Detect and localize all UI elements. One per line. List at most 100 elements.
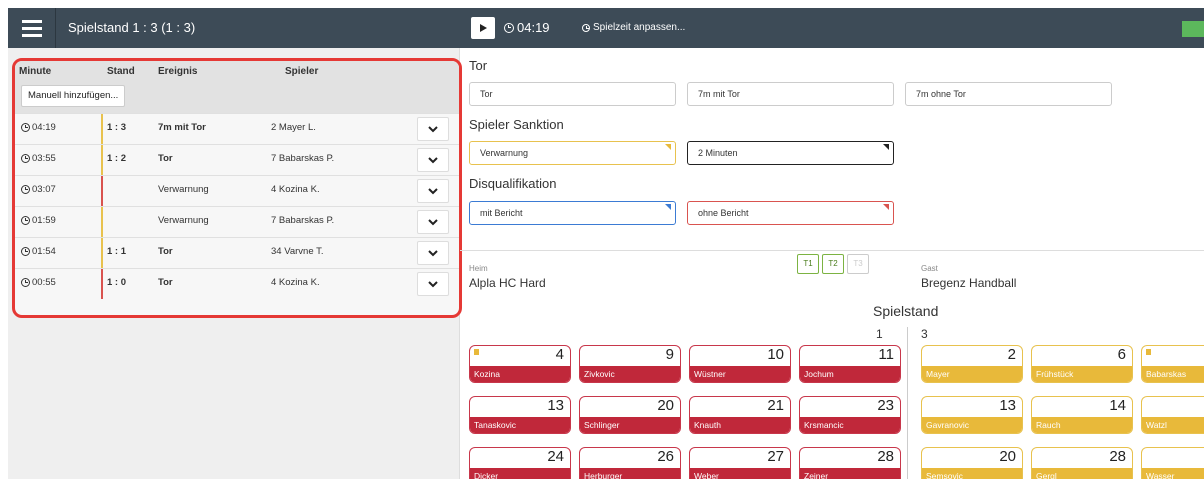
- event-color-bar: [101, 176, 103, 206]
- event-stand: 1 : 1: [107, 246, 127, 257]
- option-tor[interactable]: Tor: [469, 82, 676, 106]
- home-player-card[interactable]: 21 Knauth: [689, 396, 791, 434]
- event-type: 7m mit Tor: [158, 122, 206, 133]
- player-name: Frühstück: [1032, 366, 1132, 382]
- player-number: 28: [877, 448, 894, 465]
- row-expand-button[interactable]: [417, 210, 449, 234]
- player-number: 13: [999, 397, 1016, 414]
- score-title: Spielstand 1 : 3 (1 : 3): [68, 20, 196, 35]
- timeout-t3-button[interactable]: T3: [847, 254, 869, 274]
- red-card-icon: [883, 204, 889, 210]
- add-manually-button[interactable]: Manuell hinzufügen...: [21, 85, 126, 107]
- home-player-card[interactable]: 23 Krsmancic: [799, 396, 901, 434]
- home-player-card[interactable]: 24 Dicker: [469, 447, 571, 479]
- player-name: Wasser: [1142, 468, 1204, 479]
- guest-player-card[interactable]: 20 Semsovic: [921, 447, 1023, 479]
- guest-player-card[interactable]: 14 Rauch: [1031, 396, 1133, 434]
- home-player-card[interactable]: 9 Zivkovic: [579, 345, 681, 383]
- guest-player-card[interactable]: Wasser: [1141, 447, 1204, 479]
- event-minute: 04:19: [21, 122, 56, 133]
- guest-player-card[interactable]: Watzl: [1141, 396, 1204, 434]
- status-button[interactable]: [1182, 21, 1204, 37]
- player-number: 28: [1109, 448, 1126, 465]
- timeout-t1-button[interactable]: T1: [797, 254, 819, 274]
- option-7m-mit-tor[interactable]: 7m mit Tor: [687, 82, 894, 106]
- player-name: Dicker: [470, 468, 570, 479]
- guest-player-card[interactable]: 7Babarskas: [1141, 345, 1204, 383]
- home-player-card[interactable]: 20 Schlinger: [579, 396, 681, 434]
- event-color-bar: [101, 114, 103, 144]
- player-name: Zeiner: [800, 468, 900, 479]
- home-player-card[interactable]: 10 Wüstner: [689, 345, 791, 383]
- player-number: 27: [767, 448, 784, 465]
- event-player: 4 Kozina K.: [271, 277, 320, 288]
- col-ereignis: Ereignis: [158, 66, 198, 77]
- row-expand-button[interactable]: [417, 179, 449, 203]
- adjust-time-label: Spielzeit anpassen...: [593, 22, 686, 33]
- player-name: Kozina: [470, 366, 570, 382]
- home-player-card[interactable]: 28 Zeiner: [799, 447, 901, 479]
- home-player-card[interactable]: 26 Herburger: [579, 447, 681, 479]
- event-row: 01:59 Verwarnung 7 Babarskas P.: [15, 206, 459, 237]
- clock-icon: [21, 154, 30, 163]
- events-rows: 04:19 1 : 3 7m mit Tor 2 Mayer L. 03:55 1 : 2…: [15, 113, 459, 299]
- top-bar: Spielstand 1 : 3 (1 : 3) 04:19 Spielzeit…: [8, 8, 1204, 48]
- player-number: 4: [555, 346, 564, 363]
- section-tor-title: Tor: [469, 58, 488, 73]
- event-color-bar: [101, 238, 103, 268]
- event-minute-value: 01:54: [32, 246, 56, 257]
- player-name: Weber: [690, 468, 790, 479]
- option-mit-bericht-label: mit Bericht: [480, 208, 523, 218]
- player-number: 20: [657, 397, 674, 414]
- home-player-card[interactable]: 11 Jochum: [799, 345, 901, 383]
- clock-value: 04:19: [517, 20, 550, 35]
- player-name: Herburger: [580, 468, 680, 479]
- event-player: 7 Babarskas P.: [271, 215, 335, 226]
- home-player-card[interactable]: 27 Weber: [689, 447, 791, 479]
- option-ohne-bericht[interactable]: ohne Bericht: [687, 201, 894, 225]
- clock-icon: [21, 278, 30, 287]
- row-expand-button[interactable]: [417, 148, 449, 172]
- clock-icon: [582, 23, 590, 32]
- guest-player-card[interactable]: 2 Mayer: [921, 345, 1023, 383]
- event-row: 03:07 Verwarnung 4 Kozina K.: [15, 175, 459, 206]
- play-button[interactable]: [471, 17, 495, 39]
- player-name: Gavranovic: [922, 417, 1022, 433]
- guest-player-card[interactable]: 28 Gergl: [1031, 447, 1133, 479]
- timeout-t2-button[interactable]: T2: [822, 254, 844, 274]
- hamburger-menu-icon[interactable]: [8, 8, 56, 48]
- home-score: 1: [876, 327, 883, 341]
- chevron-down-icon: [428, 187, 438, 194]
- chevron-down-icon: [428, 249, 438, 256]
- chevron-down-icon: [428, 156, 438, 163]
- guest-player-card[interactable]: 6 Frühstück: [1031, 345, 1133, 383]
- event-row: 03:55 1 : 2 Tor 7 Babarskas P.: [15, 144, 459, 175]
- event-type: Verwarnung: [158, 215, 209, 226]
- player-name: Gergl: [1032, 468, 1132, 479]
- event-stand: 1 : 0: [107, 277, 127, 288]
- event-row: 04:19 1 : 3 7m mit Tor 2 Mayer L.: [15, 113, 459, 144]
- option-2-minuten[interactable]: 2 Minuten: [687, 141, 894, 165]
- play-icon: [480, 24, 487, 32]
- home-player-card[interactable]: 4 Kozina: [469, 345, 571, 383]
- player-number: 11: [878, 346, 894, 363]
- event-minute-value: 01:59: [32, 215, 56, 226]
- adjust-time-link[interactable]: Spielzeit anpassen...: [582, 22, 685, 33]
- score-divider: [907, 327, 908, 479]
- player-name: Watzl: [1142, 417, 1204, 433]
- option-mit-bericht[interactable]: mit Bericht: [469, 201, 676, 225]
- player-name: Mayer: [922, 366, 1022, 382]
- player-number: 13: [547, 397, 564, 414]
- row-expand-button[interactable]: [417, 117, 449, 141]
- option-7m-ohne-tor[interactable]: 7m ohne Tor: [905, 82, 1112, 106]
- guest-player-card[interactable]: 13 Gavranovic: [921, 396, 1023, 434]
- home-label: Heim: [469, 264, 488, 273]
- clock-icon: [21, 216, 30, 225]
- event-minute-value: 03:55: [32, 153, 56, 164]
- home-player-card[interactable]: 13 Tanaskovic: [469, 396, 571, 434]
- row-expand-button[interactable]: [417, 272, 449, 296]
- event-player: 34 Varvne T.: [271, 246, 324, 257]
- option-verwarnung-label: Verwarnung: [480, 148, 529, 158]
- row-expand-button[interactable]: [417, 241, 449, 265]
- option-verwarnung[interactable]: Verwarnung: [469, 141, 676, 165]
